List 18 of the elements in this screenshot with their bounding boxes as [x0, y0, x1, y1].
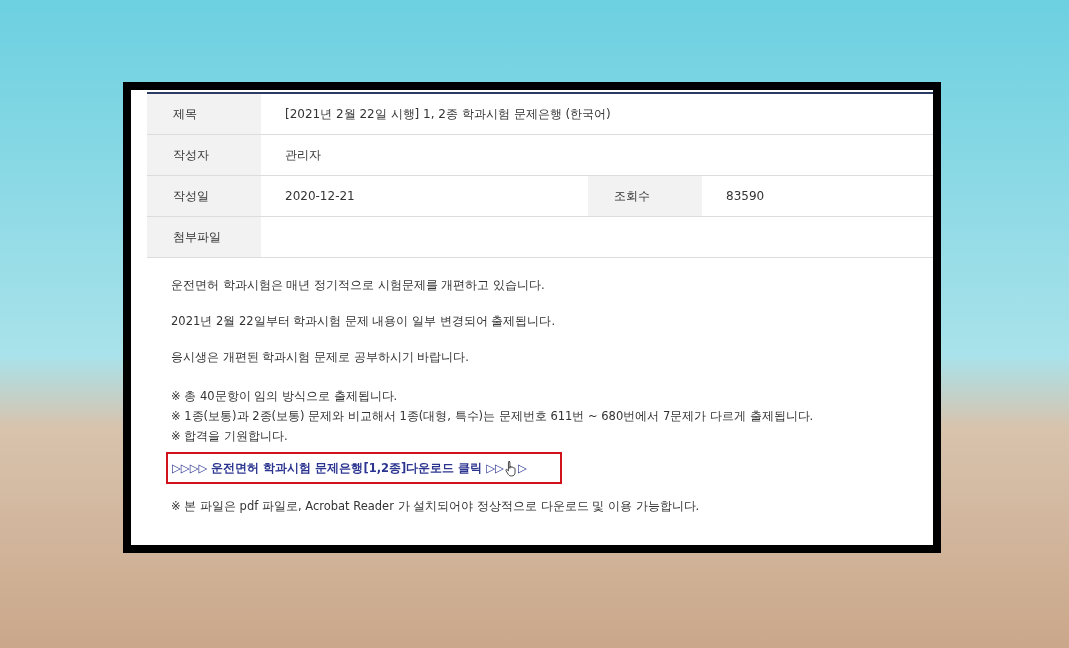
field-value: 관리자 — [285, 146, 321, 164]
hand-cursor-icon — [504, 459, 518, 477]
field-label: 작성자 — [147, 135, 261, 175]
paragraph: 운전면허 학과시험은 매년 정기적으로 시험문제를 개편하고 있습니다. — [171, 278, 546, 293]
note-text: ※ 1종(보통)과 2종(보통) 문제와 비교해서 1종(대형, 특수)는 문제번호 611번 ~ 680번에서 7문제가 다르게 출제됩니다. — [171, 408, 815, 425]
note-text: ※ 총 40문항이 임의 방식으로 출제됩니다. — [171, 388, 399, 405]
paragraph: 응시생은 개편된 학과시험 문제로 공부하시기 바랍니다. — [171, 350, 470, 365]
note-text: ※ 합격을 기원합니다. — [171, 428, 289, 445]
field-value: 2020-12-21 — [285, 189, 355, 203]
field-label: 조회수 — [588, 176, 702, 216]
download-link[interactable]: ▷▷▷▷ 운전면허 학과시험 문제은행[1,2종]다운로드 클릭 ▷▷ ▷ — [172, 459, 527, 477]
paragraph: 2021년 2월 22일부터 학과시험 문제 내용이 일부 변경되어 출제됩니다. — [171, 314, 557, 329]
field-label: 첨부파일 — [147, 217, 261, 257]
field-value: 83590 — [726, 189, 765, 203]
field-label: 작성일 — [147, 176, 261, 216]
field-label: 제목 — [147, 94, 261, 134]
footnote-text: ※ 본 파일은 pdf 파일로, Acrobat Reader 가 설치되어야 정상적으로 다운로드 및 이용 가능합니다. — [171, 499, 701, 514]
field-value: [2021년 2월 22일 시행] 1, 2종 학과시험 문제은행 (한국어) — [285, 105, 611, 123]
